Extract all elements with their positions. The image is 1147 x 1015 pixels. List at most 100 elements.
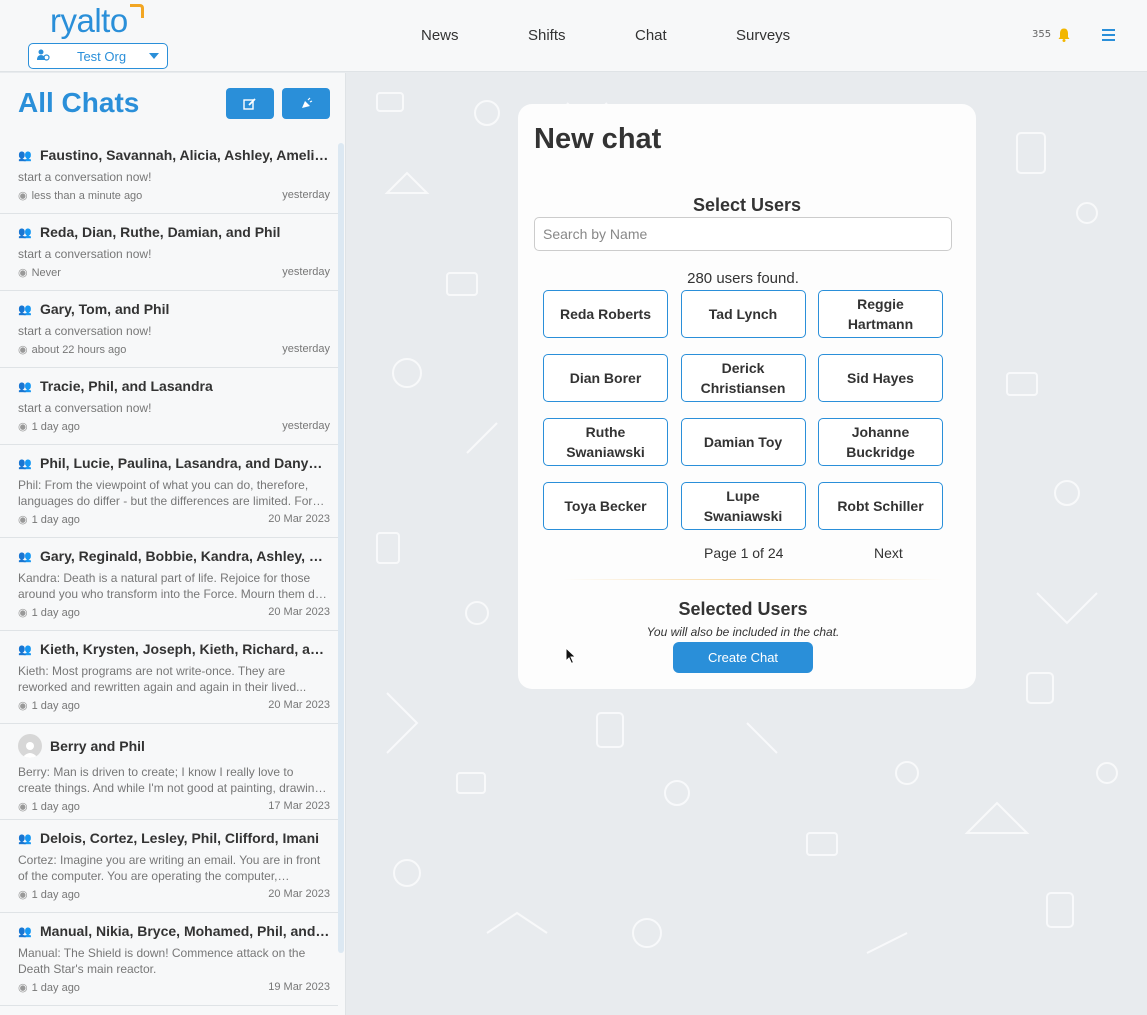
user-option-button[interactable]: Reda Roberts [543,290,668,338]
group-icon: 👥 [18,549,32,563]
user-option-button[interactable]: Johanne Buckridge [818,418,943,466]
user-option-button[interactable]: Sid Hayes [818,354,943,402]
chat-seen: 1 day ago [31,514,80,526]
eye-icon: ◉ [18,607,28,619]
chat-list-item[interactable]: Berry and Phil Berry: Man is driven to c… [0,724,338,820]
chat-name: Delois, Cortez, Lesley, Phil, Clifford, … [40,830,320,846]
ryalto-logo[interactable]: ryalto [50,2,128,40]
compose-icon [243,97,256,110]
user-option-button[interactable]: Ruthe Swaniawski [543,418,668,466]
nav-chat[interactable]: Chat [635,27,667,44]
chat-date: 20 Mar 2023 [268,513,330,525]
group-icon: 👥 [18,456,32,470]
create-chat-button[interactable]: Create Chat [673,642,813,673]
group-icon: 👥 [18,225,32,239]
chat-preview: start a conversation now! [18,247,152,261]
eye-icon: ◉ [18,267,28,279]
chat-list-item[interactable]: 👥 Phil, Lucie, Paulina, Lasandra, and Dan… [0,445,338,538]
users-found-count: 280 users found. [687,270,799,287]
chat-preview: Kieth: Most programs are not write-once.… [18,664,307,694]
group-icon: 👥 [18,924,32,938]
chat-seen: 1 day ago [31,607,80,619]
group-icon: 👥 [18,831,32,845]
user-search-input[interactable] [534,217,952,251]
compose-chat-button[interactable] [226,88,274,119]
chat-sidebar: All Chats 👥 Faustino, Savannah, Alicia, A… [0,73,346,1015]
chat-name: Reda, Dian, Ruthe, Damian, and Phil [40,224,281,240]
broadcast-icon [302,97,313,108]
chat-name: Faustino, Savannah, Alicia, Ashley, Amel… [40,147,330,163]
chat-name: Tracie, Phil, and Lasandra [40,378,213,394]
chat-list-item[interactable]: 👥 Manual, Nikia, Bryce, Mohamed, Phil, an… [0,913,338,1006]
user-option-button[interactable]: Reggie Hartmann [818,290,943,338]
bell-icon[interactable] [1058,27,1070,42]
broadcast-button[interactable] [282,88,330,119]
user-option-button[interactable]: Lupe Swaniawski [680,482,806,530]
user-option-button[interactable]: Toya Becker [543,482,668,530]
group-icon: 👥 [18,302,32,316]
chat-seen: less than a minute ago [31,190,143,202]
organization-select[interactable]: Test Org [28,43,168,69]
chat-list: 👥 Faustino, Savannah, Alicia, Ashley, Ame… [0,137,345,1006]
nav-shifts[interactable]: Shifts [528,27,566,44]
chat-preview: start a conversation now! [18,324,152,338]
nav-surveys[interactable]: Surveys [736,27,790,44]
eye-icon: ◉ [18,344,28,356]
user-option-button[interactable]: Tad Lynch [680,290,806,338]
chat-list-item[interactable]: 👥 Tracie, Phil, and Lasandra start a conv… [0,368,338,445]
chat-list-item[interactable]: 👥 Delois, Cortez, Lesley, Phil, Clifford,… [0,820,338,913]
eye-icon: ◉ [18,801,28,813]
user-option-button[interactable]: Derick Christiansen [680,354,806,402]
chat-date: yesterday [282,343,330,355]
chat-preview: Manual: The Shield is down! Commence att… [18,946,306,976]
hamburger-menu-icon[interactable] [1102,29,1115,41]
next-page-button[interactable]: Next [874,545,903,561]
mouse-cursor-icon [565,647,577,665]
chat-seen: about 22 hours ago [31,344,127,356]
eye-icon: ◉ [18,982,28,994]
chat-seen: 1 day ago [31,801,80,813]
user-selection-grid: Reda Roberts Tad Lynch Reggie Hartmann D… [543,290,943,530]
chat-date: 20 Mar 2023 [268,888,330,900]
group-icon: 👥 [18,148,32,162]
chat-preview: start a conversation now! [18,170,152,184]
chat-seen: 1 day ago [31,982,80,994]
chat-seen: 1 day ago [31,889,80,901]
nav-news[interactable]: News [421,27,459,44]
chat-name: Gary, Reginald, Bobbie, Kandra, Ashley, … [40,548,330,564]
chat-list-item[interactable]: 👥 Faustino, Savannah, Alicia, Ashley, Ame… [0,137,338,214]
chat-list-item[interactable]: 👥 Reda, Dian, Ruthe, Damian, and Phil sta… [0,214,338,291]
chat-seen: 1 day ago [31,421,80,433]
top-navigation-bar: ryalto Test Org News Shifts Chat Surveys… [0,0,1147,72]
chat-preview: start a conversation now! [18,401,152,415]
chat-name: Phil, Lucie, Paulina, Lasandra, and Dany… [40,455,330,471]
chat-seen: 1 day ago [31,700,80,712]
user-option-button[interactable]: Robt Schiller [818,482,943,530]
chat-name: Gary, Tom, and Phil [40,301,170,317]
chat-date: 20 Mar 2023 [268,699,330,711]
notification-count: 355 [1032,29,1052,40]
chat-preview: Phil: From the viewpoint of what you can… [18,478,313,508]
group-icon: 👥 [18,379,32,393]
chat-preview: Berry: Man is driven to create; I know I… [18,765,325,795]
organization-select-value: Test Org [76,48,127,64]
org-user-icon [36,48,54,65]
user-option-button[interactable]: Dian Borer [543,354,668,402]
chat-name: Kieth, Krysten, Joseph, Kieth, Richard, … [40,641,330,657]
eye-icon: ◉ [18,190,28,202]
eye-icon: ◉ [18,700,28,712]
new-chat-panel: New chat Select Users 280 users found. R… [518,104,976,689]
chat-date: yesterday [282,266,330,278]
avatar [18,734,42,758]
chat-date: yesterday [282,420,330,432]
chat-list-item[interactable]: 👥 Gary, Reginald, Bobbie, Kandra, Ashley,… [0,538,338,631]
chat-preview: Kandra: Death is a natural part of life.… [18,571,322,601]
user-option-button[interactable]: Damian Toy [680,418,806,466]
chat-preview: Cortez: Imagine you are writing an email… [18,853,321,883]
chat-list-item[interactable]: 👥 Kieth, Krysten, Joseph, Kieth, Richard,… [0,631,338,724]
chat-name: Manual, Nikia, Bryce, Mohamed, Phil, and… [40,923,330,939]
eye-icon: ◉ [18,889,28,901]
chat-list-item[interactable]: 👥 Gary, Tom, and Phil start a conversatio… [0,291,338,368]
chat-name: Berry and Phil [50,738,145,754]
selected-users-heading: Selected Users [678,599,808,619]
